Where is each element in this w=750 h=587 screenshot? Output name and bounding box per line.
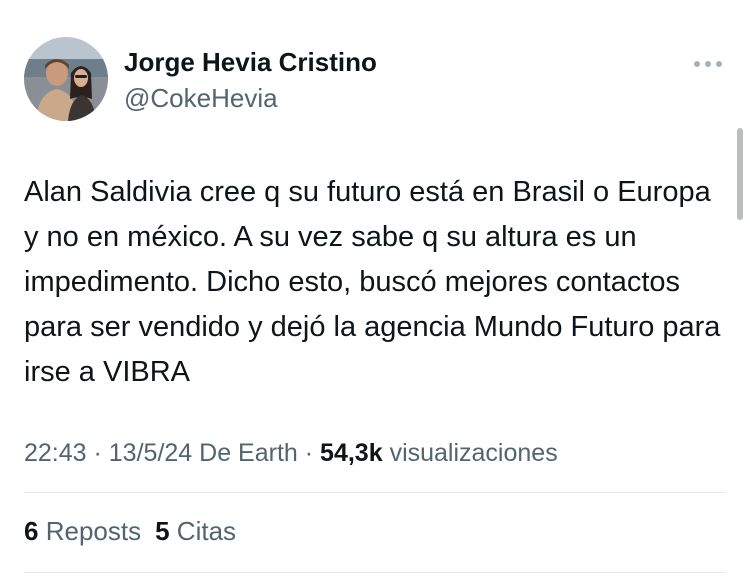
divider bbox=[24, 492, 726, 493]
reposts-stat[interactable]: 6 Reposts bbox=[24, 516, 141, 546]
quotes-stat[interactable]: 5 Citas bbox=[155, 516, 236, 546]
views-count: 54,3k bbox=[320, 439, 383, 467]
author-display-name[interactable]: Jorge Hevia Cristino bbox=[124, 46, 377, 78]
divider bbox=[24, 572, 726, 573]
tweet-text: Alan Saldivia cree q su futuro está en B… bbox=[24, 176, 721, 388]
tweet-meta: 22:43 · 13/5/24 De Earth · 54,3k visuali… bbox=[24, 437, 558, 469]
tweet-time[interactable]: 22:43 bbox=[24, 439, 87, 467]
tweet-date[interactable]: 13/5/24 bbox=[109, 439, 192, 467]
more-horizontal-icon[interactable] bbox=[692, 57, 724, 69]
engagement-stats: 6 Reposts 5 Citas bbox=[24, 515, 236, 547]
meta-separator: · bbox=[86, 439, 109, 467]
quotes-label: Citas bbox=[176, 516, 237, 546]
avatar-photo bbox=[24, 37, 108, 121]
quotes-count: 5 bbox=[155, 516, 170, 546]
avatar[interactable] bbox=[24, 37, 108, 121]
scrollbar[interactable] bbox=[737, 128, 743, 220]
meta-separator: · bbox=[297, 439, 321, 467]
reposts-count: 6 bbox=[24, 516, 39, 546]
author-handle[interactable]: @CokeHevia bbox=[124, 82, 278, 114]
views-label: visualizaciones bbox=[389, 439, 558, 467]
tweet-source: De Earth bbox=[199, 439, 298, 467]
reposts-label: Reposts bbox=[45, 516, 142, 546]
